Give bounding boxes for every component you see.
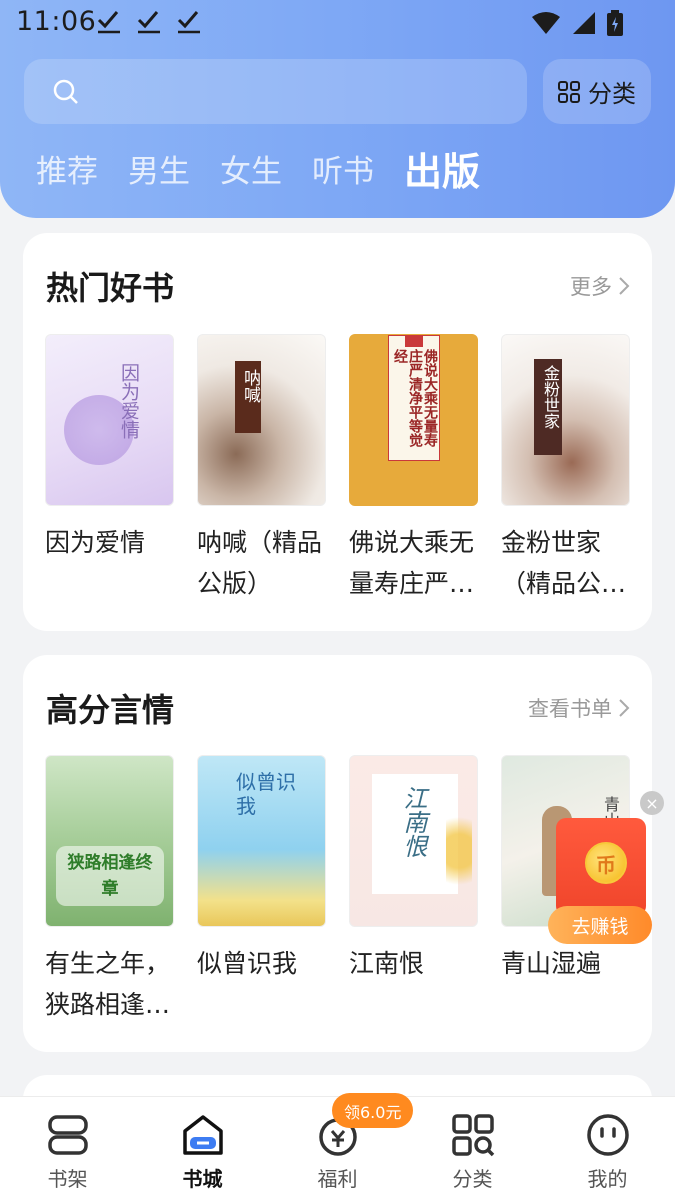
book-cover: 金粉世家	[501, 334, 630, 506]
tab-audiobook[interactable]: 听书	[312, 150, 374, 194]
more-link-label: 更多	[570, 275, 612, 299]
red-envelope: 币	[556, 818, 646, 916]
check-icon	[97, 11, 120, 34]
tab-recommend[interactable]: 推荐	[36, 150, 98, 194]
book-cover: 似曾识我	[197, 755, 326, 927]
nav-label: 福利	[317, 1167, 358, 1191]
status-bar: 11:06	[0, 0, 675, 46]
promo-widget[interactable]: 币 去赚钱	[548, 818, 652, 944]
cover-text: 佛说大乘无量寿庄严清净平等觉经	[392, 349, 438, 447]
check-icon	[137, 11, 160, 34]
book-item[interactable]: 因为爱情 因为爱情	[45, 334, 174, 604]
earn-money-button[interactable]: 去赚钱	[548, 906, 652, 944]
tab-male[interactable]: 男生	[128, 150, 190, 194]
more-link[interactable]: 更多	[570, 271, 630, 301]
book-cover: 因为爱情	[45, 334, 174, 506]
book-title: 因为爱情	[45, 528, 146, 557]
cover-text: 因为爱情	[118, 363, 140, 439]
channel-tabs: 推荐 男生 女生 听书 出版	[36, 150, 480, 194]
nav-profile[interactable]: 我的	[540, 1097, 675, 1200]
book-title: 佛说大乘无量寿庄严清净平等觉经	[349, 528, 475, 598]
section-title: 热门好书	[46, 269, 175, 307]
category-button[interactable]: 分类	[543, 59, 651, 124]
book-item[interactable]: 江南恨 江南恨	[349, 755, 478, 1025]
tab-published[interactable]: 出版	[404, 150, 480, 194]
nav-label: 分类	[452, 1167, 493, 1191]
cover-text: 似曾识我	[236, 770, 296, 818]
cover-text: 金粉世家	[541, 365, 560, 429]
cover-text: 呐喊	[240, 369, 260, 403]
battery-icon	[607, 10, 623, 36]
book-title: 金粉世家（精品公版）	[501, 528, 602, 598]
book-item[interactable]: 金粉世家 金粉世家（精品公版）	[501, 334, 630, 604]
book-item[interactable]: 狭路相逢终章 有生之年，狭路相逢终章	[45, 755, 174, 1025]
nav-bookshelf[interactable]: 书架	[0, 1097, 135, 1200]
book-title: 有生之年，狭路相逢终章	[45, 949, 171, 1019]
nav-label: 书架	[47, 1167, 88, 1191]
check-icon	[177, 11, 200, 34]
cover-text: 江南恨	[399, 786, 427, 858]
grid-icon	[558, 80, 580, 103]
cover-text: 狭路相逢终章	[67, 853, 153, 899]
bookstore-icon	[183, 1115, 223, 1155]
book-title: 江南恨	[349, 949, 425, 978]
section-hot-books: 热门好书 更多 因为爱情 因为爱情 呐喊 呐喊（精品公版） 佛说大乘无量寿庄严清…	[23, 233, 652, 631]
booklist-link[interactable]: 查看书单	[528, 693, 630, 723]
book-title: 青山湿遍	[501, 949, 602, 978]
booklist-link-label: 查看书单	[528, 697, 612, 721]
book-cover: 呐喊	[197, 334, 326, 506]
nav-category[interactable]: 分类	[405, 1097, 540, 1200]
chevron-right-icon	[619, 699, 630, 717]
profile-icon	[587, 1114, 629, 1156]
category-button-label: 分类	[588, 80, 636, 108]
promo-close-button[interactable]: ×	[640, 791, 664, 815]
nav-label: 书城	[182, 1167, 223, 1191]
wifi-icon	[532, 12, 560, 34]
signal-icon	[573, 12, 595, 34]
search-icon	[53, 79, 78, 104]
book-title: 似曾识我	[197, 949, 298, 978]
book-item[interactable]: 佛说大乘无量寿庄严清净平等觉经 佛说大乘无量寿庄严清净平等觉经	[349, 334, 478, 604]
welfare-badge: 领6.0元	[332, 1093, 414, 1128]
coin-icon: 币	[585, 842, 627, 884]
book-cover: 狭路相逢终章	[45, 755, 174, 927]
search-bar[interactable]	[24, 59, 527, 124]
book-item[interactable]: 呐喊 呐喊（精品公版）	[197, 334, 326, 604]
category-icon	[452, 1114, 495, 1157]
book-cover: 江南恨	[349, 755, 478, 927]
book-cover: 佛说大乘无量寿庄严清净平等觉经	[349, 334, 478, 506]
book-title: 呐喊（精品公版）	[197, 528, 323, 598]
nav-label: 我的	[587, 1167, 628, 1191]
section-title: 高分言情	[46, 691, 175, 729]
chevron-right-icon	[619, 277, 630, 295]
book-item[interactable]: 似曾识我 似曾识我	[197, 755, 326, 1025]
header: 11:06 分类 推荐 男生 女生 听书 出版	[0, 0, 675, 218]
status-time: 11:06	[16, 6, 97, 37]
nav-bookstore[interactable]: 书城	[135, 1097, 270, 1200]
tab-female[interactable]: 女生	[220, 150, 282, 194]
bookshelf-icon	[48, 1115, 88, 1155]
